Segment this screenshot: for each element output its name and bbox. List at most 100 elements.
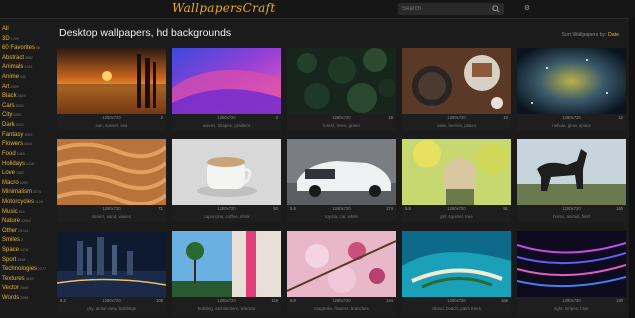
sort-value[interactable]: Date (608, 32, 619, 38)
search-icon[interactable] (492, 5, 500, 13)
wallpaper-thumbnail[interactable] (402, 139, 511, 205)
category-link[interactable]: Vector2049 (0, 284, 52, 294)
wallpaper-tags: building, architecture, window (172, 306, 281, 314)
wallpaper-resolution: 1280x720 (102, 298, 121, 303)
category-link[interactable]: Minimalism3276 (0, 188, 52, 198)
category-count: 4024 (15, 123, 24, 128)
wallpaper-thumbnail[interactable] (172, 231, 281, 297)
wallpaper-downloads: 144 (386, 298, 393, 303)
category-link[interactable]: Nature13594 (0, 217, 52, 227)
wallpaper-thumbnail[interactable] (517, 231, 626, 297)
category-count: 1698 (17, 257, 26, 262)
wallpaper-resolution: 1280x720 (217, 206, 236, 211)
wallpaper-thumbnail[interactable] (517, 48, 626, 114)
wallpaper-meta: 1280x720 2 (57, 114, 166, 123)
category-link[interactable]: Textures4189 (0, 275, 52, 285)
search-input[interactable] (402, 3, 488, 15)
category-link[interactable]: Holidays1016 (0, 160, 52, 170)
category-link[interactable]: Music814 (0, 208, 52, 218)
wallpaper-thumbnail[interactable] (402, 48, 511, 114)
wallpaper-thumbnail[interactable] (57, 48, 166, 114)
wallpaper-card[interactable]: 5.8 1280x720 174 toyota, car, white (287, 139, 396, 222)
search-box[interactable] (398, 3, 504, 15)
site-logo[interactable]: WallpapersCraft (172, 1, 275, 15)
category-name: Music (2, 208, 18, 215)
wallpaper-resolution: 1280x720 (447, 206, 466, 211)
wallpaper-card[interactable]: 5.8 1280x720 144 magnolia, flowers, branche… (287, 231, 396, 314)
category-link[interactable]: Other25144 (0, 227, 52, 237)
wallpaper-card[interactable]: 1280x720 166 island, beach, palm trees (402, 231, 511, 314)
category-name: Dark (2, 122, 15, 129)
wallpaper-card[interactable]: 1280x720 119 building, architecture, windo… (172, 231, 281, 314)
wallpaper-downloads: 50 (273, 206, 278, 211)
category-link[interactable]: Fantasy3093 (0, 131, 52, 141)
wallpaper-card[interactable]: 6.2 1280x720 105 city, aerial view, buildin… (57, 231, 166, 314)
wallpaper-thumbnail[interactable] (57, 139, 166, 205)
category-name: Art (2, 83, 10, 90)
category-link[interactable]: Black1829 (0, 92, 52, 102)
wallpaper-card[interactable]: 1280x720 18 forest, trees, green (287, 48, 396, 131)
category-name: Macro (2, 179, 19, 186)
category-link[interactable]: Dark4024 (0, 121, 52, 131)
category-count: 5763 (24, 65, 33, 70)
wallpaper-thumbnail[interactable] (57, 231, 166, 297)
category-count: 1452 (16, 171, 25, 176)
category-link[interactable]: Love1452 (0, 169, 52, 179)
category-link[interactable]: Flowers4634 (0, 140, 52, 150)
category-link[interactable]: All (0, 25, 52, 35)
wallpaper-tags: magnolia, flowers, branches (287, 306, 396, 314)
category-link[interactable]: Words2058 (0, 294, 52, 304)
wallpaper-card[interactable]: 1280x720 140 horse, animal, field (517, 139, 626, 222)
category-name: 60 Favorites (2, 45, 36, 52)
wallpaper-card[interactable]: 1280x720 71 desert, sand, waves (57, 139, 166, 222)
wallpaper-meta: 1280x720 71 (57, 205, 166, 214)
wallpaper-thumbnail[interactable] (172, 139, 281, 205)
wallpaper-meta: 6.2 1280x720 105 (57, 297, 166, 306)
category-count: 814 (18, 209, 25, 214)
category-link[interactable]: Motorcycles1104 (0, 198, 52, 208)
wallpaper-card[interactable]: 5.8 1280x720 91 girl, squirrel, tree (402, 139, 511, 222)
wallpaper-card[interactable]: 1280x720 10 cake, berries, plates (402, 48, 511, 131)
wallpaper-tags: desert, sand, waves (57, 214, 166, 222)
wallpaper-thumbnail[interactable] (172, 48, 281, 114)
category-sidebar: All 3D1799 60 Favorites86 Abstract3962 Anima… (0, 25, 52, 318)
category-link[interactable]: Technologies2277 (0, 265, 52, 275)
category-count: 6049 (19, 180, 28, 185)
category-link[interactable]: Food1963 (0, 150, 52, 160)
settings-icon[interactable]: ⚙ (523, 5, 531, 13)
wallpaper-thumbnail[interactable] (517, 139, 626, 205)
wallpaper-card[interactable]: 1280x720 12 nebula, glow, space (517, 48, 626, 131)
category-count: 3962 (25, 55, 34, 60)
wallpaper-card[interactable]: 1280x720 2 sun, sunset, sea (57, 48, 166, 131)
category-count: 13594 (21, 219, 32, 224)
category-link[interactable]: Animals5763 (0, 63, 52, 73)
category-name: Sport (2, 256, 17, 263)
wallpaper-thumbnail[interactable] (287, 231, 396, 297)
category-link[interactable]: Smiles2 (0, 236, 52, 246)
wallpaper-resolution: 1280x720 (447, 115, 466, 120)
wallpaper-card[interactable]: 1280x720 50 capuccino, coffee, drink (172, 139, 281, 222)
wallpaper-thumbnail[interactable] (287, 48, 396, 114)
wallpaper-meta: 1280x720 140 (517, 205, 626, 214)
wallpaper-resolution: 1280x720 (562, 206, 581, 211)
category-link[interactable]: Abstract3962 (0, 54, 52, 64)
wallpaper-tags: capuccino, coffee, drink (172, 214, 281, 222)
wallpaper-card[interactable]: 1280x720 130 light, stripes, blue (517, 231, 626, 314)
category-link[interactable]: 3D1799 (0, 35, 52, 45)
category-count: 2058 (20, 296, 29, 301)
sort-control[interactable]: Sort Wallpapers by: Date (562, 32, 620, 38)
wallpaper-thumbnail[interactable] (402, 231, 511, 297)
category-link[interactable]: Sport1698 (0, 256, 52, 266)
wallpaper-card[interactable]: 1280x720 3 waves, shapes, gradient (172, 48, 281, 131)
category-link[interactable]: Cars3093 (0, 102, 52, 112)
category-link[interactable]: Anime940 (0, 73, 52, 83)
category-link[interactable]: 60 Favorites86 (0, 44, 52, 54)
category-link[interactable]: Art2699 (0, 83, 52, 93)
category-link[interactable]: Macro6049 (0, 179, 52, 189)
wallpaper-tags: cake, berries, plates (402, 123, 511, 131)
wallpaper-thumbnail[interactable] (287, 139, 396, 205)
category-name: Other (2, 227, 18, 234)
category-link[interactable]: Space4478 (0, 246, 52, 256)
wallpaper-tags: island, beach, palm trees (402, 306, 511, 314)
category-link[interactable]: City5380 (0, 111, 52, 121)
